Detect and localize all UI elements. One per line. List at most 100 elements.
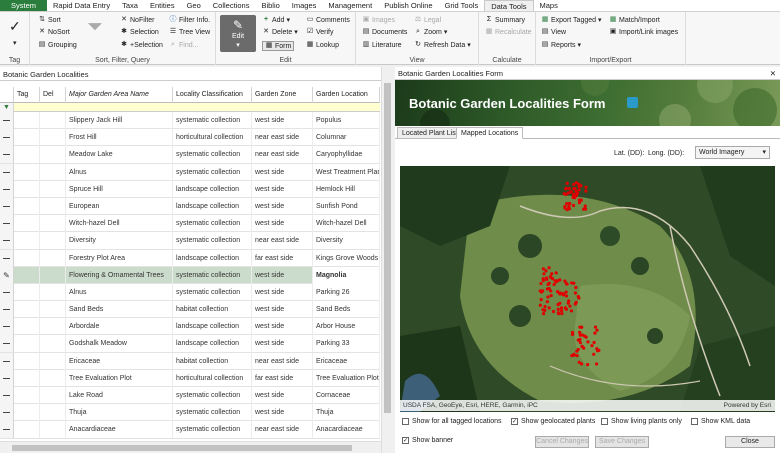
plant-marker[interactable] bbox=[546, 295, 550, 299]
plant-marker[interactable] bbox=[551, 309, 556, 314]
grouping-button[interactable]: ▤ Grouping bbox=[38, 41, 77, 49]
plant-marker[interactable] bbox=[579, 198, 583, 202]
plant-marker[interactable] bbox=[544, 276, 549, 280]
plant-marker[interactable] bbox=[592, 340, 596, 345]
garden-location-cell[interactable]: Caryophyllidae bbox=[313, 146, 380, 164]
show-kml-checkbox[interactable]: Show KML data bbox=[691, 418, 750, 425]
plant-marker[interactable] bbox=[558, 301, 562, 305]
menu-system[interactable]: System bbox=[0, 0, 47, 11]
tag-cell[interactable] bbox=[14, 197, 40, 215]
table-row[interactable]: European landscape collection west side Sun… bbox=[0, 197, 380, 216]
show-living-only-checkbox[interactable]: Show living plants only bbox=[601, 418, 682, 425]
plant-marker[interactable] bbox=[573, 291, 578, 295]
area-name-cell[interactable]: Alnus bbox=[66, 163, 173, 181]
table-row[interactable]: Anacardiaceae systematic collection near e… bbox=[0, 421, 380, 439]
plant-marker[interactable] bbox=[539, 298, 543, 302]
plant-marker[interactable] bbox=[574, 285, 578, 290]
area-name-cell[interactable]: Frost Hill bbox=[66, 129, 173, 147]
plant-marker[interactable] bbox=[544, 269, 548, 273]
del-cell[interactable] bbox=[40, 387, 66, 404]
plant-marker[interactable] bbox=[538, 303, 542, 307]
plant-marker[interactable] bbox=[557, 312, 561, 316]
tag-cell[interactable] bbox=[14, 421, 40, 439]
garden-location-cell[interactable]: Arbor House bbox=[313, 318, 380, 336]
vertical-scroll-thumb[interactable] bbox=[384, 83, 391, 413]
map-view[interactable] bbox=[400, 166, 775, 412]
plant-marker[interactable] bbox=[578, 337, 582, 342]
tag-cell[interactable] bbox=[14, 112, 40, 129]
area-name-cell[interactable]: European bbox=[66, 197, 173, 215]
del-cell[interactable] bbox=[40, 335, 66, 353]
filter-icon[interactable]: ▼ bbox=[0, 103, 14, 112]
delete-button[interactable]: ✕ Delete ▾ bbox=[262, 28, 298, 36]
row-selector[interactable] bbox=[0, 369, 14, 387]
row-selector[interactable] bbox=[0, 129, 14, 147]
garden-zone-cell[interactable]: west side bbox=[252, 404, 313, 422]
check-icon[interactable]: ✓ bbox=[9, 18, 21, 35]
del-cell[interactable] bbox=[40, 146, 66, 164]
plant-marker[interactable] bbox=[572, 352, 576, 356]
plant-marker[interactable] bbox=[549, 293, 553, 298]
garden-location-cell[interactable]: Hemlock Hill bbox=[313, 180, 380, 198]
plant-marker[interactable] bbox=[575, 353, 579, 358]
plant-marker[interactable] bbox=[570, 332, 575, 337]
area-name-cell[interactable]: Witch-hazel Dell bbox=[66, 215, 173, 233]
plant-marker[interactable] bbox=[564, 294, 569, 298]
area-name-cell[interactable]: Sand Beds bbox=[66, 301, 173, 319]
plant-marker[interactable] bbox=[567, 187, 571, 191]
filter-info-button[interactable]: ⓘ Filter Info. bbox=[169, 16, 211, 24]
plant-marker[interactable] bbox=[539, 281, 543, 286]
garden-location-cell[interactable]: Sand Beds bbox=[313, 301, 380, 319]
garden-location-cell[interactable]: Diversity bbox=[313, 232, 380, 250]
row-selector[interactable] bbox=[0, 146, 14, 164]
classification-cell[interactable]: systematic collection bbox=[173, 112, 252, 129]
view-button[interactable]: ▤ View bbox=[541, 28, 566, 36]
garden-location-cell[interactable]: Witch-hazel Dell bbox=[313, 215, 380, 233]
plant-marker[interactable] bbox=[579, 362, 584, 366]
row-editing-pencil-icon[interactable]: ✎ bbox=[0, 266, 14, 284]
garden-zone-cell[interactable]: west side bbox=[252, 318, 313, 336]
plant-marker[interactable] bbox=[577, 201, 582, 205]
classification-cell[interactable]: systematic collection bbox=[173, 387, 252, 404]
del-cell[interactable] bbox=[40, 352, 66, 370]
area-name-cell[interactable]: Ericaceae bbox=[66, 352, 173, 370]
sort-button[interactable]: ⇅ Sort bbox=[38, 16, 61, 24]
plant-marker[interactable] bbox=[580, 325, 584, 329]
menu-entities[interactable]: Entities bbox=[144, 0, 181, 11]
checkbox-box[interactable] bbox=[691, 418, 698, 425]
plant-marker[interactable] bbox=[572, 192, 576, 196]
checkbox-box[interactable] bbox=[402, 418, 409, 425]
zoom-button[interactable]: ⌕ Zoom ▾ bbox=[414, 28, 447, 36]
plant-marker[interactable] bbox=[541, 312, 546, 316]
garden-zone-cell[interactable]: near east side bbox=[252, 129, 313, 147]
del-cell[interactable] bbox=[40, 232, 66, 250]
table-row[interactable]: Witch-hazel Dell systematic collection wes… bbox=[0, 215, 380, 233]
plant-marker[interactable] bbox=[553, 279, 557, 283]
classification-cell[interactable]: habitat collection bbox=[173, 352, 252, 370]
images-button[interactable]: ▣ Images bbox=[362, 16, 395, 24]
table-row[interactable]: Slippery Jack Hill systematic collection w… bbox=[0, 112, 380, 130]
table-row[interactable]: Godshalk Meadow landscape collection west … bbox=[0, 335, 380, 353]
garden-zone-cell[interactable]: far east side bbox=[252, 369, 313, 387]
plant-marker[interactable] bbox=[578, 333, 582, 337]
menu-publish-online[interactable]: Publish Online bbox=[378, 0, 438, 11]
area-name-cell[interactable]: Thuja bbox=[66, 404, 173, 422]
banner-edit-icon[interactable] bbox=[627, 97, 638, 108]
lookup-button[interactable]: ▦ Lookup bbox=[306, 41, 339, 49]
add-button[interactable]: + Add ▾ bbox=[262, 16, 290, 24]
legal-button[interactable]: ⚖ Legal bbox=[414, 16, 441, 24]
table-row[interactable]: Arbordale landscape collection west side Ar… bbox=[0, 318, 380, 336]
plant-marker[interactable] bbox=[595, 328, 599, 332]
garden-zone-cell[interactable]: west side bbox=[252, 215, 313, 233]
cancel-changes-button[interactable]: Cancel Changes bbox=[535, 436, 589, 448]
area-name-cell[interactable]: Diversity bbox=[66, 232, 173, 250]
classification-cell[interactable]: habitat collection bbox=[173, 301, 252, 319]
row-selector[interactable] bbox=[0, 215, 14, 233]
area-name-cell[interactable]: Tree Evaluation Plot bbox=[66, 369, 173, 387]
import-link-images-button[interactable]: ▣ Import/Link images bbox=[609, 28, 678, 36]
row-selector[interactable] bbox=[0, 249, 14, 267]
checkbox-box[interactable]: ✓ bbox=[402, 437, 409, 444]
plant-marker[interactable] bbox=[560, 312, 564, 316]
classification-cell[interactable]: landscape collection bbox=[173, 180, 252, 198]
plant-marker[interactable] bbox=[543, 304, 547, 309]
